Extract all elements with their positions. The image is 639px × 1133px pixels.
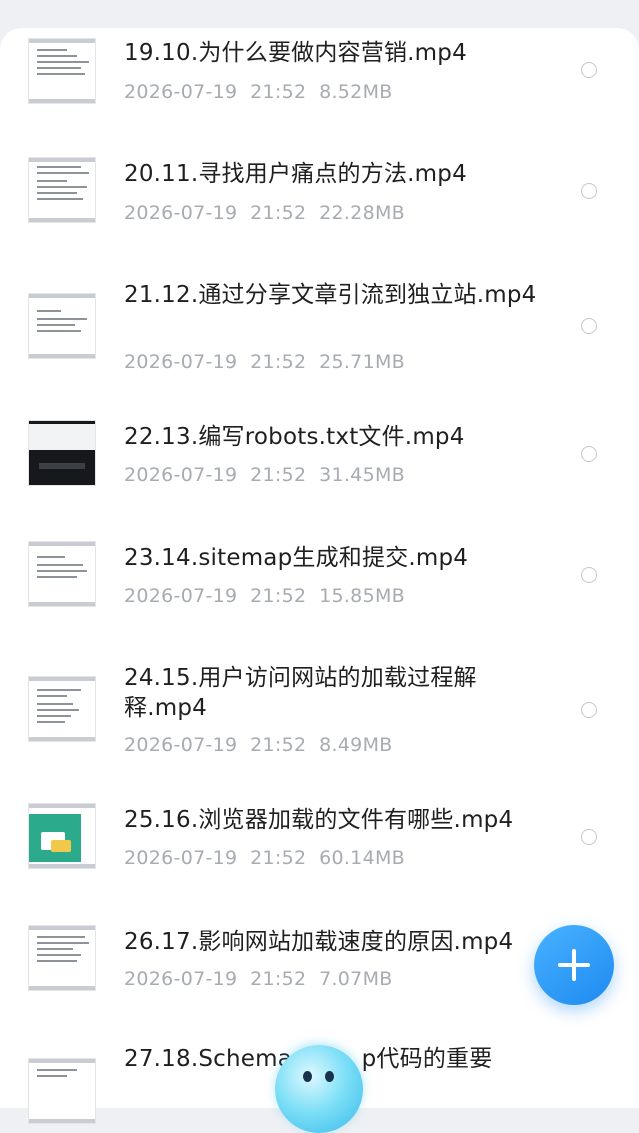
file-size: 22.28MB bbox=[319, 202, 405, 224]
radio-circle-icon[interactable] bbox=[581, 183, 597, 199]
video-thumbnail-icon bbox=[28, 676, 96, 742]
video-thumbnail-icon bbox=[28, 157, 96, 223]
file-date: 2026-07-19 bbox=[124, 351, 238, 373]
file-size: 8.52MB bbox=[319, 81, 393, 103]
file-name: 19.10.为什么要做内容营销.mp4 bbox=[124, 40, 467, 66]
assistant-eye bbox=[303, 1071, 312, 1082]
radio-circle-icon[interactable] bbox=[581, 318, 597, 334]
radio-circle-icon[interactable] bbox=[581, 702, 597, 718]
file-meta: 2026-07-19 21:52 8.52MB bbox=[124, 80, 393, 104]
file-name: 24.15.用户访问网站的加载过程解释.mp4 bbox=[124, 665, 477, 721]
file-date: 2026-07-19 bbox=[124, 968, 238, 990]
file-date: 2026-07-19 bbox=[124, 734, 238, 756]
file-time: 21:52 bbox=[250, 81, 307, 103]
file-size: 7.07MB bbox=[319, 968, 393, 990]
file-time: 21:52 bbox=[250, 968, 307, 990]
file-meta: 2026-07-19 21:52 25.71MB bbox=[124, 350, 405, 374]
file-date: 2026-07-19 bbox=[124, 81, 238, 103]
file-meta: 2026-07-19 21:52 22.28MB bbox=[124, 201, 405, 225]
file-date: 2026-07-19 bbox=[124, 585, 238, 607]
file-date: 2026-07-19 bbox=[124, 464, 238, 486]
file-time: 21:52 bbox=[250, 734, 307, 756]
file-size: 8.49MB bbox=[319, 734, 393, 756]
file-size: 25.71MB bbox=[319, 351, 405, 373]
file-time: 21:52 bbox=[250, 464, 307, 486]
radio-circle-icon[interactable] bbox=[581, 829, 597, 845]
video-thumbnail-icon bbox=[28, 541, 96, 607]
radio-circle-icon[interactable] bbox=[581, 62, 597, 78]
file-size: 60.14MB bbox=[319, 847, 405, 869]
video-thumbnail-icon bbox=[28, 38, 96, 104]
file-time: 21:52 bbox=[250, 585, 307, 607]
video-thumbnail-icon bbox=[28, 925, 96, 991]
file-time: 21:52 bbox=[250, 351, 307, 373]
file-date: 2026-07-19 bbox=[124, 202, 238, 224]
video-thumbnail-icon bbox=[28, 293, 96, 359]
file-date: 2026-07-19 bbox=[124, 847, 238, 869]
file-name: 22.13.编写robots.txt文件.mp4 bbox=[124, 424, 465, 450]
video-thumbnail-icon bbox=[28, 420, 96, 486]
add-button[interactable] bbox=[534, 925, 614, 1005]
video-thumbnail-icon bbox=[28, 803, 96, 869]
assistant-mascot-icon[interactable] bbox=[275, 1045, 363, 1133]
file-meta: 2026-07-19 21:52 31.45MB bbox=[124, 463, 405, 487]
video-thumbnail-icon bbox=[28, 1058, 96, 1124]
file-time: 21:52 bbox=[250, 202, 307, 224]
file-size: 31.45MB bbox=[319, 464, 405, 486]
file-name: 20.11.寻找用户痛点的方法.mp4 bbox=[124, 161, 467, 187]
file-size: 15.85MB bbox=[319, 585, 405, 607]
file-meta: 2026-07-19 21:52 15.85MB bbox=[124, 584, 405, 608]
file-name: 26.17.影响网站加载速度的原因.mp4 bbox=[124, 929, 514, 955]
assistant-eye bbox=[325, 1071, 334, 1082]
radio-circle-icon[interactable] bbox=[581, 567, 597, 583]
radio-circle-icon[interactable] bbox=[581, 446, 597, 462]
file-meta: 2026-07-19 21:52 7.07MB bbox=[124, 967, 393, 991]
file-name: 21.12.通过分享文章引流到独立站.mp4 bbox=[124, 282, 537, 308]
file-name: 25.16.浏览器加载的文件有哪些.mp4 bbox=[124, 807, 514, 833]
file-meta: 2026-07-19 21:52 60.14MB bbox=[124, 846, 405, 870]
file-time: 21:52 bbox=[250, 847, 307, 869]
file-meta: 2026-07-19 21:52 8.49MB bbox=[124, 733, 393, 757]
file-name: 23.14.sitemap生成和提交.mp4 bbox=[124, 545, 469, 571]
